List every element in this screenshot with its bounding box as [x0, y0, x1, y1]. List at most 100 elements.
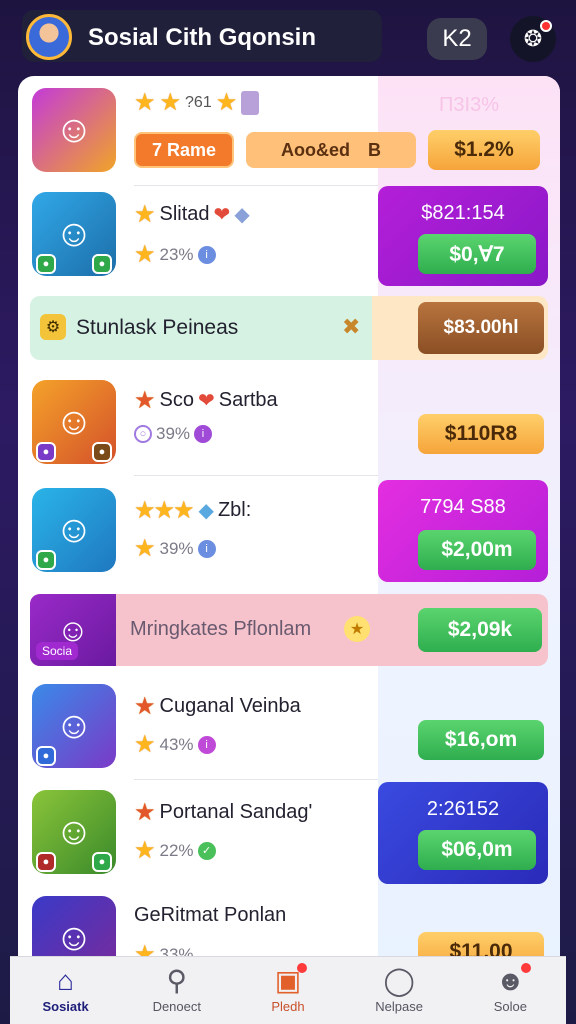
rating-percent: 43%: [159, 734, 194, 754]
game-thumbnail: ☺: [32, 88, 116, 172]
home-icon: ⌂: [57, 965, 75, 996]
notification-dot: [540, 20, 552, 32]
game-name: GeRitmat Ponlan: [134, 904, 287, 926]
price-top: П3Ӏ3%: [439, 94, 499, 116]
banner-icon: ⚙: [40, 314, 66, 340]
price-button[interactable]: $2,00m: [418, 530, 536, 570]
check-icon: ✓: [197, 841, 216, 860]
rating-line: ★ 43% i: [134, 730, 216, 759]
user-avatar[interactable]: [26, 14, 72, 60]
rating-line: ○ 39% i: [134, 424, 213, 444]
featured-label: Stunlask Peineas: [76, 316, 239, 339]
row-divider: [134, 475, 378, 476]
rating-percent: 23%: [159, 244, 194, 264]
game-name: Slitad: [159, 203, 210, 225]
rating-line: ★ 22% ✓: [134, 836, 216, 865]
tag-secondary-button[interactable]: Aoo&ed B: [246, 132, 416, 168]
chat-icon: ◯: [383, 965, 415, 996]
star-icon: ★: [134, 89, 156, 116]
nav-label: Pledh: [271, 999, 305, 1014]
notification-bell-icon: ❂: [523, 26, 543, 51]
nav-item-profile[interactable]: ☻ Soloe: [464, 959, 556, 1023]
featured-banner[interactable]: ☺ Socia Mringkates Pflonlam ★ $2,09k: [30, 594, 548, 666]
badge-icon: ●: [92, 442, 112, 462]
notification-button[interactable]: ❂: [510, 16, 556, 62]
featured-banner[interactable]: ⚙ Stunlask Peineas ✖ $83.00hl: [30, 296, 548, 360]
title-bar: Sosial Cith Gqonsin: [22, 10, 382, 62]
price-button[interactable]: $1.2%: [428, 130, 540, 170]
tag-primary-button[interactable]: 7 Rame: [134, 132, 234, 168]
list-item[interactable]: ☺ ● ● ★ Portanal Sandag' ★ 22% ✓ 2:26152…: [18, 782, 560, 890]
star-icon: ★: [134, 201, 156, 228]
info-icon: i: [194, 425, 213, 443]
price-top: 2:26152: [426, 798, 500, 820]
game-thumbnail: ☺ ● ●: [32, 192, 116, 276]
badge-icon: ●: [92, 852, 112, 872]
rating-line: ★ 39% i: [134, 534, 216, 563]
featured-label: Mringkates Pflonlam: [130, 618, 312, 640]
heart-icon: ❤: [197, 390, 215, 412]
list-item[interactable]: ☺ ● ● ★ Sco ❤ Sartba ○ 39% i $110R8: [18, 372, 560, 476]
game-name-line: ★ Slitad ❤ ◆: [134, 200, 250, 229]
price-button[interactable]: $0,Ɐ7: [418, 234, 536, 274]
puzzle-icon: ✖: [342, 314, 361, 339]
star-icon: ★: [134, 497, 156, 524]
star-icon: ★: [344, 616, 370, 642]
rating-line: ★ 23% i: [134, 240, 216, 269]
rating-stars: ★ ★ ?61 ★: [134, 88, 260, 117]
price-button[interactable]: $2,09k: [418, 608, 542, 652]
info-icon: i: [197, 539, 216, 558]
list-item[interactable]: ☺ ● ★ Cuganal Veinba ★ 43% i $16,om: [18, 676, 560, 780]
game-name-line: GeRitmat Ponlan: [134, 904, 286, 927]
shield-icon: ○: [134, 425, 152, 443]
badge-icon: ●: [36, 746, 56, 766]
nav-item-search[interactable]: ⚲ Denoect: [131, 959, 223, 1023]
profile-icon: ☻: [496, 963, 532, 995]
nav-item-home[interactable]: ⌂ Sosiatk: [20, 959, 112, 1023]
price-button[interactable]: $16,om: [418, 720, 544, 760]
game-thumbnail: ☺ ● ●: [32, 790, 116, 874]
game-name-line: ★ Sco ❤ Sartba: [134, 386, 278, 415]
game-name-line: ★ Portanal Sandag': [134, 798, 312, 827]
app-header: Sosial Cith Gqonsin K2 ❂: [22, 8, 556, 64]
nav-item-play[interactable]: ▣ Pledh: [242, 959, 334, 1023]
nav-label: Denoect: [152, 999, 201, 1014]
price-button[interactable]: $110R8: [418, 414, 544, 454]
app-title: Sosial Cith Gqonsin: [88, 24, 317, 51]
heart-icon: ❤: [213, 204, 231, 226]
game-name: Portanal Sandag': [159, 801, 313, 823]
rating-percent: 39%: [156, 424, 191, 443]
star-icon: ★: [134, 731, 156, 758]
star-icon: ★: [159, 89, 182, 116]
badge-icon: ●: [92, 254, 112, 274]
star-icon: ★: [134, 799, 156, 826]
badge-icon: ●: [36, 254, 56, 274]
tag-secondary-label: Aoo&ed: [281, 139, 350, 160]
list-item[interactable]: ☺ ● ★ ★ ★ ◆ Zbl: ★ 39% i 7794 S88 $2,00m: [18, 480, 560, 586]
list-item[interactable]: ☺ ● ● ★ Slitad ❤ ◆ ★ 23% i $821:154 $0,Ɐ…: [18, 186, 560, 292]
game-name-line: ★ Cuganal Veinba: [134, 692, 301, 721]
rating-percent: 22%: [159, 840, 194, 860]
star-icon: ★: [134, 535, 156, 562]
badge-icon: ●: [36, 442, 56, 462]
price-button[interactable]: $06,0m: [418, 830, 536, 870]
info-icon: i: [197, 735, 216, 754]
nav-item-chat[interactable]: ◯ Nelpase: [353, 959, 445, 1023]
star-icon: ★: [134, 387, 156, 414]
star-icon: ★: [134, 693, 156, 720]
price-top: $821:154: [421, 202, 505, 224]
star-icon: ★: [215, 89, 238, 116]
info-icon: i: [197, 245, 216, 264]
game-controller-icon: ▣: [275, 963, 308, 995]
game-thumbnail: ☺ ●: [32, 488, 116, 572]
nav-label: Sosiatk: [42, 999, 89, 1014]
nav-label: Soloe: [493, 999, 527, 1014]
level-button[interactable]: K2: [427, 18, 487, 60]
nav-notification-dot: [521, 963, 532, 973]
star-icon: ★: [173, 497, 195, 524]
nav-notification-dot: [297, 963, 308, 973]
tag-secondary-suffix: B: [368, 139, 381, 160]
price-button[interactable]: $83.00hl: [418, 302, 544, 354]
list-item[interactable]: ☺ ★ ★ ?61 ★ 7 Rame Aoo&ed B П3Ӏ3% $1.2%: [18, 76, 560, 186]
star-icon: ★: [153, 497, 176, 524]
